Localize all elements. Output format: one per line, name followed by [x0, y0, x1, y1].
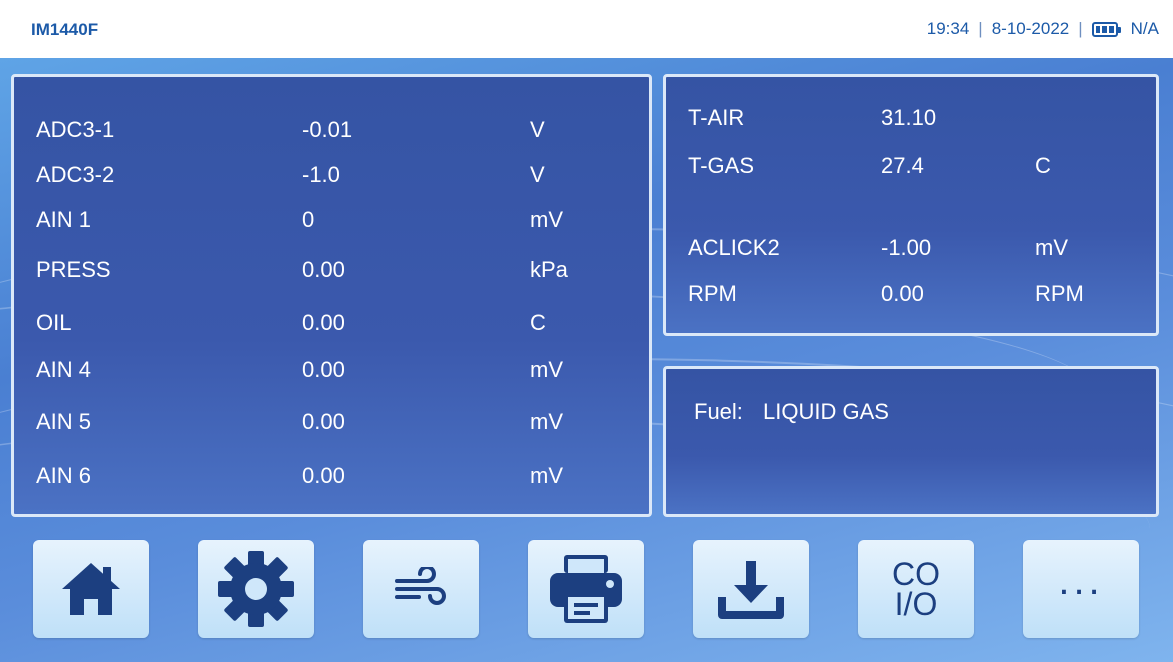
co-label-line2: I/O: [894, 586, 938, 622]
row-unit: mV: [1035, 235, 1068, 260]
fuel-label: Fuel:: [694, 399, 743, 424]
row-unit: kPa: [530, 257, 568, 282]
download-icon: [718, 561, 784, 619]
row-value: -0.01: [302, 117, 353, 142]
row-label: RPM: [688, 281, 737, 306]
row-value: 0.00: [302, 257, 345, 282]
measurement-panel-right: T-AIR 31.10 T-GAS 27.4 C ACLICK2 -1.00 m…: [663, 74, 1159, 336]
row-value: -1.00: [881, 235, 932, 260]
print-button[interactable]: [528, 540, 644, 638]
fuel-display: Fuel: LIQUID GAS: [694, 399, 889, 425]
row-label: AIN 6: [36, 463, 92, 488]
row-label: AIN 5: [36, 409, 92, 434]
row-value: 0.00: [302, 409, 345, 434]
co-io-label: CO I/O: [892, 556, 940, 622]
row-label: T-AIR: [688, 105, 745, 130]
download-button[interactable]: [693, 540, 809, 638]
home-icon: [62, 563, 120, 615]
row-label: AIN 4: [36, 357, 92, 382]
separator: |: [978, 19, 983, 38]
row-unit: C: [530, 310, 546, 335]
row-label: PRESS: [36, 257, 111, 282]
more-button[interactable]: ...: [1023, 540, 1139, 638]
row-value: -1.0: [302, 162, 340, 187]
fuel-value: LIQUID GAS: [763, 399, 889, 424]
row-label: ACLICK2: [688, 235, 780, 260]
row-unit: C: [1035, 153, 1051, 178]
co-label-line1: CO: [892, 556, 940, 592]
row-value: 31.10: [881, 105, 937, 130]
row-label: AIN 1: [36, 207, 92, 232]
clock-time: 19:34: [926, 19, 970, 38]
device-name: IM1440F: [31, 20, 99, 39]
row-unit: mV: [530, 207, 563, 232]
row-value: 0.00: [302, 357, 345, 382]
row-label: ADC3-2: [36, 162, 115, 187]
status-area: 19:34 | 8-10-2022 | N/A: [927, 19, 1159, 39]
row-unit: RPM: [1035, 281, 1084, 306]
measurement-panel-left: ADC3-1 -0.01 V ADC3-2 -1.0 V AIN 1 0 mV …: [11, 74, 652, 517]
gear-icon: [218, 551, 294, 627]
status-bar: IM1440F 19:34 | 8-10-2022 | N/A: [0, 0, 1173, 58]
printer-icon: [550, 555, 622, 623]
row-value: 0.00: [302, 463, 345, 488]
row-value: 0: [302, 207, 315, 232]
row-label: OIL: [36, 310, 72, 335]
row-unit: V: [530, 117, 545, 142]
separator: |: [1078, 19, 1083, 38]
home-button[interactable]: [33, 540, 149, 638]
row-value: 27.4: [881, 153, 924, 178]
row-unit: V: [530, 162, 545, 187]
ellipsis-icon: ...: [1058, 558, 1104, 603]
row-value: 0.00: [302, 310, 345, 335]
battery-full-icon: [1091, 21, 1121, 37]
wind-icon: [395, 567, 446, 605]
co-io-button[interactable]: CO I/O: [858, 540, 974, 638]
row-label: ADC3-1: [36, 117, 115, 142]
settings-button[interactable]: [198, 540, 314, 638]
battery-status: N/A: [1130, 19, 1159, 38]
row-value: 0.00: [881, 281, 924, 306]
air-flow-button[interactable]: [363, 540, 479, 638]
row-unit: mV: [530, 357, 563, 382]
row-unit: mV: [530, 409, 563, 434]
fuel-panel: Fuel: LIQUID GAS: [663, 366, 1159, 517]
row-unit: mV: [530, 463, 563, 488]
date-display: 8-10-2022: [991, 19, 1070, 38]
row-label: T-GAS: [688, 153, 755, 178]
